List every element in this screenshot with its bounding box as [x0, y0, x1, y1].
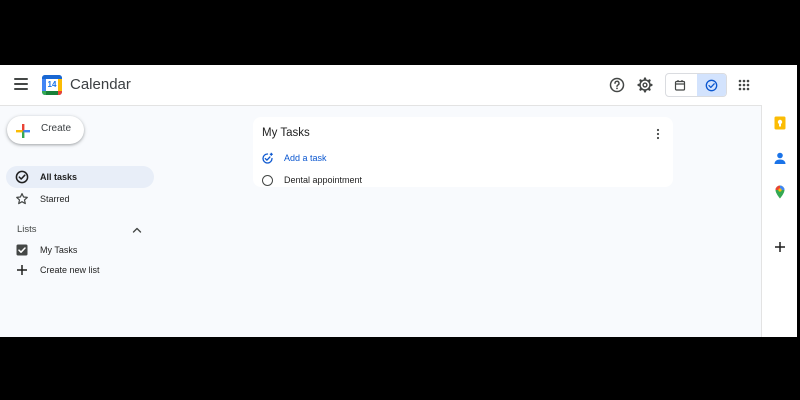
nav-item-label: Starred — [40, 194, 70, 204]
create-new-list-label: Create new list — [40, 265, 100, 275]
task-item: Dental appointment — [262, 174, 462, 188]
colorful-plus-icon — [16, 124, 30, 138]
contacts-icon[interactable] — [772, 150, 788, 166]
more-vert-icon[interactable] — [654, 128, 662, 140]
create-new-list-button[interactable]: Create new list — [6, 259, 154, 281]
calendar-app: 14 Calendar Create All tasks Starred Lis… — [0, 65, 797, 337]
task-complete-checkbox[interactable] — [262, 175, 273, 186]
add-task-button[interactable]: Add a task — [261, 152, 351, 166]
tasks-view-button[interactable] — [697, 74, 726, 96]
add-task-icon — [262, 152, 273, 164]
tasks-view-icon — [705, 79, 718, 92]
list-item-label: My Tasks — [40, 245, 78, 255]
view-switcher — [665, 73, 727, 97]
maps-icon[interactable] — [772, 184, 788, 200]
app-title: Calendar — [70, 76, 131, 93]
lists-section-label: Lists — [17, 224, 37, 235]
settings-icon[interactable] — [635, 75, 655, 95]
top-header: 14 Calendar — [0, 65, 797, 106]
task-list-card: My Tasks Add a task Dental appointment — [253, 117, 673, 187]
add-icon[interactable] — [772, 239, 788, 255]
calendar-view-icon — [674, 80, 686, 91]
create-button[interactable]: Create — [7, 116, 84, 144]
task-list-title: My Tasks — [262, 127, 310, 139]
star-icon — [16, 193, 28, 205]
chevron-up-icon[interactable] — [131, 224, 143, 236]
help-icon[interactable] — [607, 75, 627, 95]
side-panel — [761, 105, 797, 337]
add-task-label: Add a task — [284, 153, 327, 163]
logo-day-number: 14 — [46, 79, 58, 91]
list-item-my-tasks[interactable]: My Tasks — [6, 239, 154, 261]
nav-item-all-tasks[interactable]: All tasks — [6, 166, 154, 188]
calendar-logo-icon: 14 — [42, 75, 62, 95]
checkbox-checked-icon[interactable] — [15, 243, 29, 257]
apps-grid-icon[interactable] — [734, 75, 754, 95]
nav-item-starred[interactable]: Starred — [6, 188, 154, 210]
calendar-view-button[interactable] — [666, 74, 696, 96]
create-label: Create — [41, 123, 72, 134]
menu-icon[interactable] — [14, 78, 28, 90]
keep-icon[interactable] — [772, 115, 788, 131]
task-title[interactable]: Dental appointment — [284, 175, 362, 185]
nav-item-label: All tasks — [40, 172, 78, 182]
plus-icon — [17, 265, 27, 275]
check-circle-icon — [15, 170, 29, 184]
